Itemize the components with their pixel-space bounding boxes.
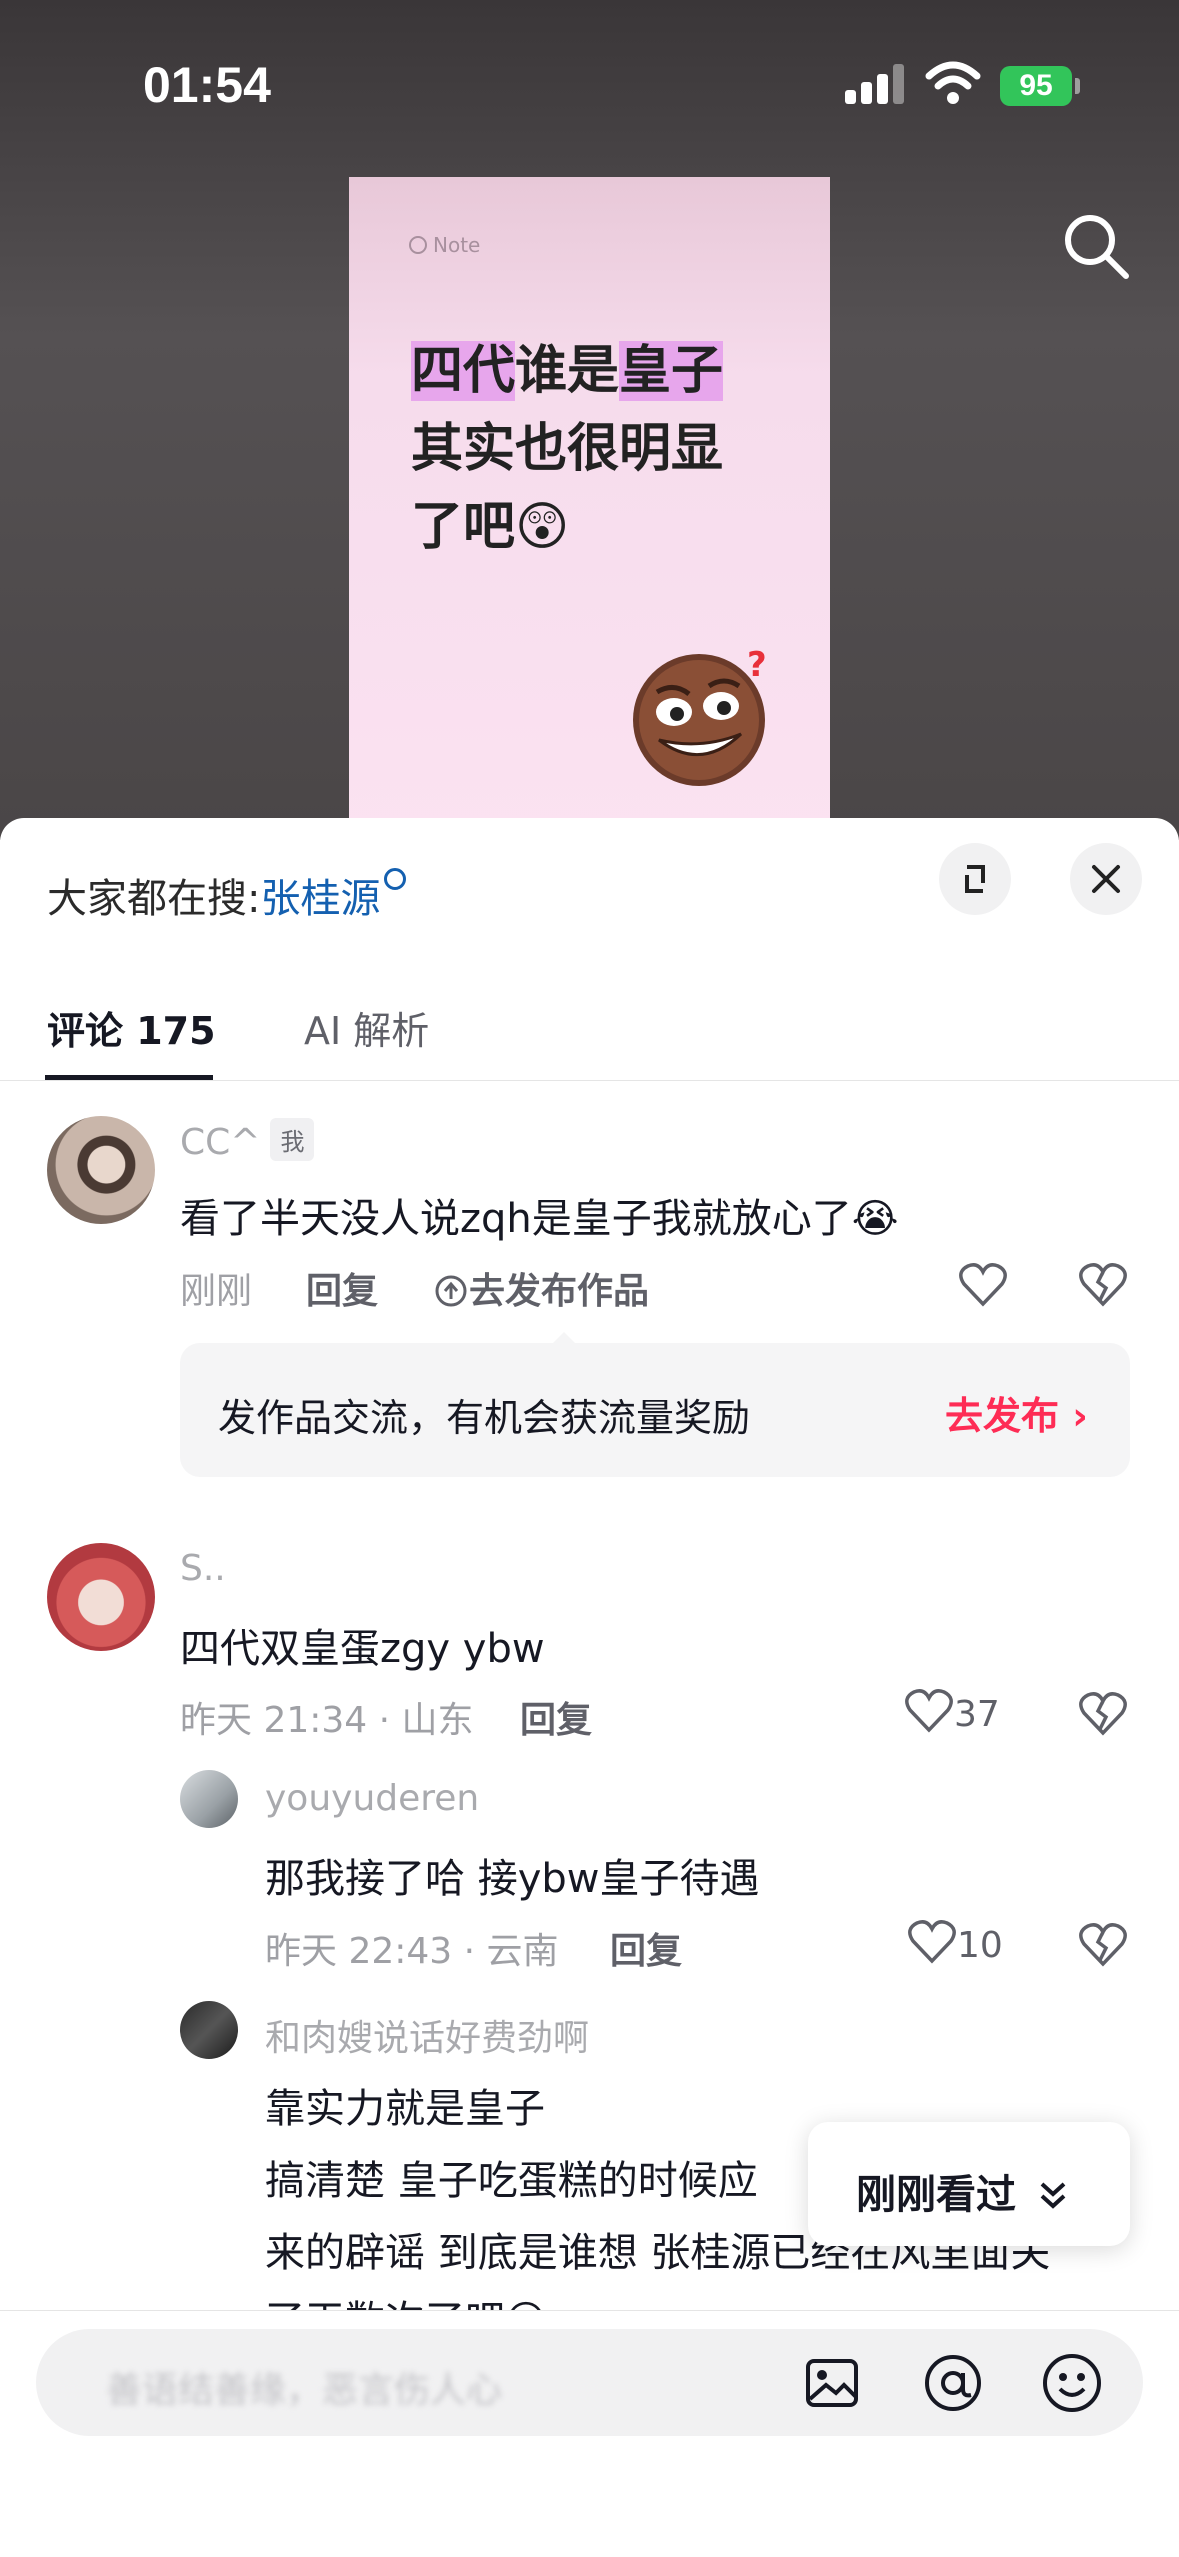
tab-ai-analysis[interactable]: AI 解析 xyxy=(304,1000,429,1055)
heart-icon xyxy=(908,1920,956,1964)
trending-search-prefix: 大家都在搜: xyxy=(47,876,261,922)
like-count: 37 xyxy=(954,1694,1000,1735)
comment-input[interactable]: 善语结善缘，恶言伤人心 xyxy=(36,2329,1143,2436)
avatar[interactable] xyxy=(180,2001,238,2059)
comment-text[interactable]: 四代双皇蛋zgy ybw xyxy=(180,1616,545,1674)
video-note-card: Note 四代谁是皇子 其实也很明显 了吧😲 ? xyxy=(349,177,830,840)
note-line1-mid: 谁是 xyxy=(515,341,620,401)
upload-circle-icon xyxy=(435,1275,467,1307)
battery-indicator: 95 xyxy=(1000,66,1072,106)
recently-viewed-button[interactable]: 刚刚看过 xyxy=(808,2122,1130,2246)
trending-search-query[interactable]: 张桂源 xyxy=(260,876,380,922)
signal-icon xyxy=(845,64,907,104)
publish-work-label: 去发布作品 xyxy=(469,1271,650,1312)
reply-text-line[interactable]: 搞清楚 皇子吃蛋糕的时候应 xyxy=(265,2148,758,2206)
promo-arrow-icon xyxy=(550,1332,578,1346)
status-time: 01:54 xyxy=(143,57,271,113)
reply-button[interactable]: 回复 xyxy=(610,1922,682,1974)
dislike-heart-icon[interactable] xyxy=(1078,1691,1128,1737)
dislike-heart-icon[interactable] xyxy=(1078,1922,1128,1968)
promo-text: 发作品交流，有机会获流量奖励 xyxy=(218,1396,751,1440)
dislike-heart-icon[interactable] xyxy=(1078,1262,1128,1308)
comment-username-text: CC^ xyxy=(180,1122,261,1163)
go-publish-label: 去发布 xyxy=(945,1394,1060,1438)
thinking-emoji-icon: ? xyxy=(633,645,767,786)
comment-username[interactable]: S.. xyxy=(180,1548,226,1589)
highlight-1: 四代 xyxy=(411,341,516,401)
avatar[interactable] xyxy=(47,1543,155,1651)
note-line3: 了吧😲 xyxy=(411,497,570,557)
reply-button[interactable]: 回复 xyxy=(306,1262,378,1314)
battery-cap xyxy=(1075,78,1080,94)
publish-work-button[interactable]: 去发布作品 xyxy=(433,1262,649,1314)
comment-username[interactable]: CC^ 我 xyxy=(180,1118,315,1163)
tab-comments[interactable]: 评论 175 xyxy=(47,1000,216,1055)
tabs-divider xyxy=(0,1080,1179,1081)
note-label-text: Note xyxy=(433,233,481,257)
note-text: 四代谁是皇子 其实也很明显 了吧😲 xyxy=(411,332,724,566)
close-icon xyxy=(1092,865,1120,893)
recently-viewed-text: 刚刚看过 xyxy=(856,2172,1016,2218)
emoji-icon[interactable] xyxy=(1040,2351,1104,2415)
svg-text:?: ? xyxy=(747,645,767,685)
comment-text[interactable]: 看了半天没人说zqh是皇子我就放心了😭 xyxy=(180,1186,898,1244)
reply-text-line[interactable]: 靠实力就是皇子 xyxy=(265,2076,545,2134)
avatar[interactable] xyxy=(47,1116,155,1224)
expand-button[interactable] xyxy=(939,843,1011,915)
reply-text-line[interactable]: 了天数次了吧😮 xyxy=(265,2288,547,2310)
comment-time: 昨天 21:34 · 山东 xyxy=(180,1700,474,1741)
avatar[interactable] xyxy=(180,1770,238,1828)
double-chevron-down-icon xyxy=(1040,2182,1066,2209)
like-count: 10 xyxy=(957,1925,1003,1966)
search-icon[interactable] xyxy=(1060,210,1132,282)
highlight-2: 皇子 xyxy=(619,341,724,401)
heart-icon xyxy=(905,1689,953,1733)
comment-time: 刚刚 xyxy=(180,1271,253,1312)
wifi-icon xyxy=(925,61,981,104)
publish-promo-banner[interactable]: 发作品交流，有机会获流量奖励 去发布 › xyxy=(180,1332,1130,1477)
image-icon[interactable] xyxy=(802,2353,862,2413)
like-button[interactable]: 10 xyxy=(907,1919,1003,1966)
go-publish-link[interactable]: 去发布 › xyxy=(945,1385,1088,1440)
reply-button[interactable]: 回复 xyxy=(520,1691,592,1743)
reply-username[interactable]: 和肉嫂说话好费劲啊 xyxy=(265,2009,589,2061)
chevron-right-icon: › xyxy=(1059,1394,1088,1438)
note-circle-icon xyxy=(409,236,427,254)
at-mention-icon[interactable] xyxy=(921,2351,985,2415)
note-line2: 其实也很明显 xyxy=(411,419,724,479)
heart-icon[interactable] xyxy=(958,1262,1008,1308)
trending-search[interactable]: 大家都在搜:张桂源 xyxy=(47,866,407,924)
close-button[interactable] xyxy=(1070,843,1142,915)
like-button[interactable]: 37 xyxy=(904,1688,1000,1735)
note-label: Note xyxy=(409,233,480,257)
search-small-icon xyxy=(384,868,407,890)
reply-text[interactable]: 那我接了哈 接ybw皇子待遇 xyxy=(265,1846,760,1904)
expand-icon xyxy=(965,865,985,893)
me-badge: 我 xyxy=(270,1118,315,1161)
reply-username[interactable]: youyuderen xyxy=(265,1778,479,1819)
reply-time: 昨天 22:43 · 云南 xyxy=(265,1931,559,1972)
recently-viewed-label: 刚刚看过 xyxy=(856,2162,1070,2220)
comment-input-placeholder: 善语结善缘，恶言伤人心 xyxy=(106,2370,503,2411)
